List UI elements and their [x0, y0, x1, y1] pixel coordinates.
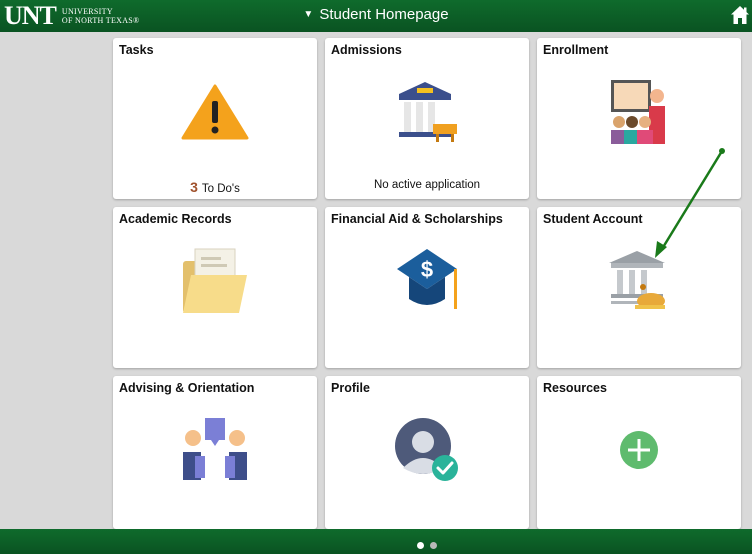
add-plus-icon [620, 431, 658, 469]
classroom-icon [611, 80, 665, 144]
tile-title: Tasks [119, 43, 154, 57]
university-building-icon [399, 82, 457, 142]
tile-title: Admissions [331, 43, 402, 57]
tile-profile[interactable]: Profile [325, 376, 529, 529]
tile-academic-records[interactable]: Academic Records [113, 207, 317, 368]
advisors-icon [183, 418, 247, 480]
home-icon[interactable] [730, 5, 750, 25]
bank-money-icon [609, 251, 665, 309]
tile-resources[interactable]: Resources [537, 376, 741, 529]
svg-text:$: $ [421, 257, 433, 282]
tile-title: Profile [331, 381, 370, 395]
tile-title: Financial Aid & Scholarships [331, 212, 503, 226]
page-dot-1[interactable] [417, 542, 424, 549]
todo-count: 3 [190, 179, 198, 195]
tasks-footer: 3 To Do's [113, 179, 317, 195]
page-title: Student Homepage [319, 6, 449, 23]
admissions-status: No active application [373, 179, 481, 191]
profile-check-icon [395, 418, 458, 481]
footer-bar [0, 529, 752, 554]
tile-title: Academic Records [119, 212, 232, 226]
tile-title: Advising & Orientation [119, 381, 255, 395]
warning-icon [181, 84, 249, 140]
tile-admissions[interactable]: Admissions No active application [325, 38, 529, 199]
tile-title: Resources [543, 381, 607, 395]
folder-icon [183, 248, 247, 313]
pagination-dots [417, 542, 437, 549]
graduation-cap-dollar-icon: $ [397, 249, 457, 309]
caret-down-icon: ▼ [303, 9, 314, 20]
page-title-dropdown[interactable]: ▼ Student Homepage [0, 6, 752, 24]
tile-financial-aid[interactable]: Financial Aid & Scholarships $ [325, 207, 529, 368]
tile-enrollment[interactable]: Enrollment [537, 38, 741, 199]
tile-student-account[interactable]: Student Account [537, 207, 741, 368]
tile-title: Enrollment [543, 43, 609, 57]
tile-tasks[interactable]: Tasks 3 To Do's [113, 38, 317, 199]
page-dot-2[interactable] [430, 542, 437, 549]
tile-title: Student Account [543, 212, 643, 226]
header-bar: UNT UNIVERSITY OF NORTH TEXAS® ▼ Student … [0, 0, 752, 32]
todo-label: To Do's [201, 183, 240, 195]
tile-advising-orientation[interactable]: Advising & Orientation [113, 376, 317, 529]
